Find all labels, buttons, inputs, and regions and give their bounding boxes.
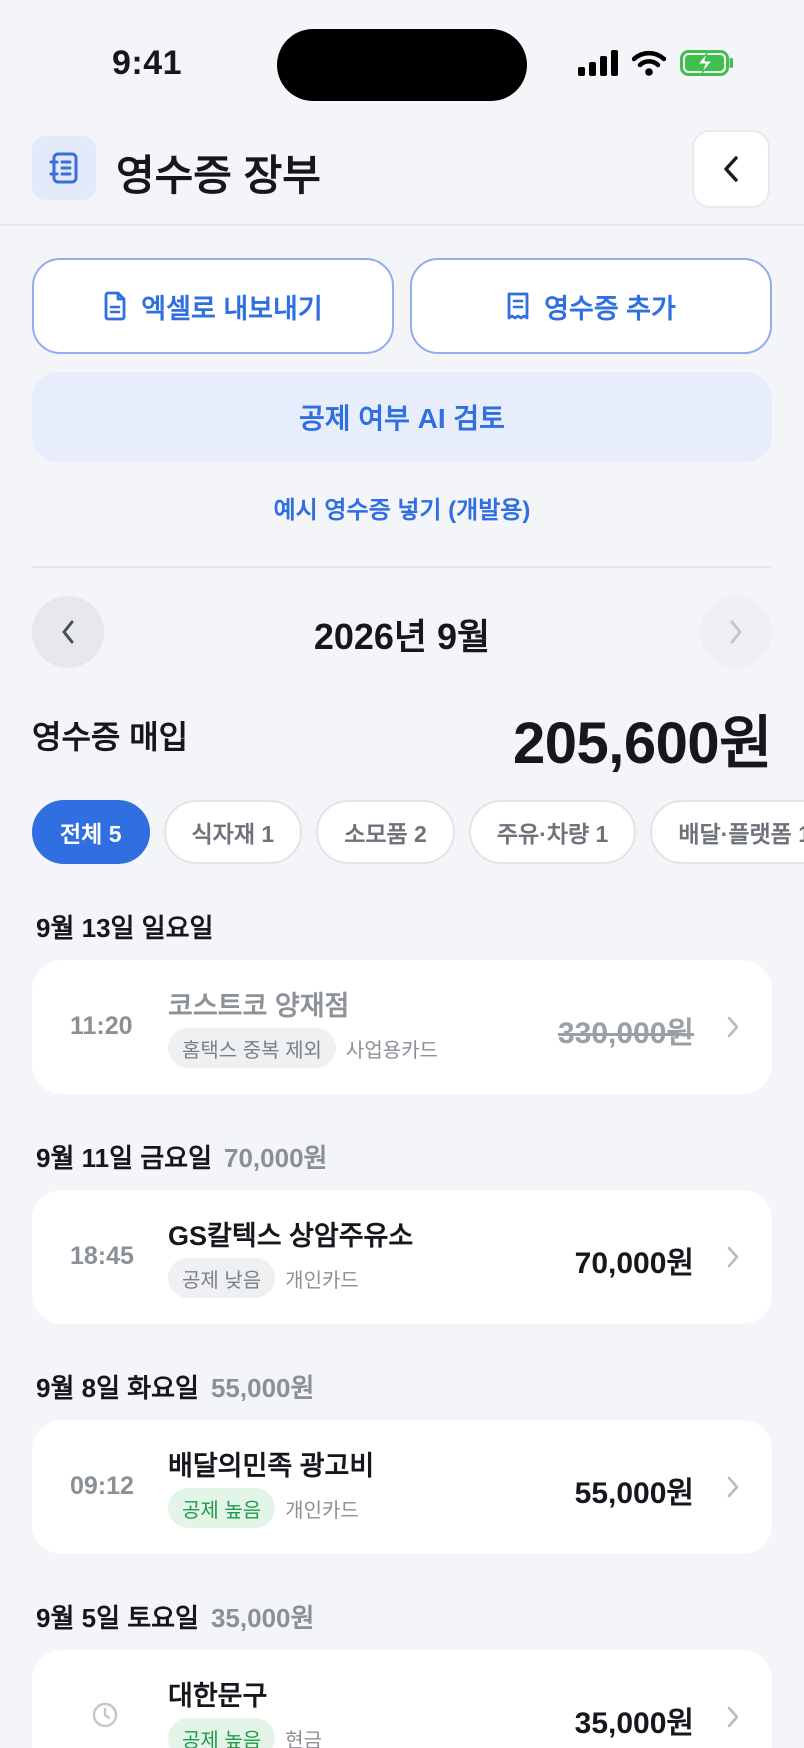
chevron-left-icon — [724, 156, 738, 182]
receipt-amount: 330,000원 — [557, 1017, 694, 1050]
receipt-time: 11:20 — [70, 1012, 133, 1040]
receipt-meta: 공제 낮음 개인카드 — [168, 1258, 359, 1298]
day-subtotal: 55,000원 — [210, 1373, 315, 1403]
clock-icon — [92, 1702, 118, 1728]
chevron-right-icon — [727, 1246, 739, 1268]
ledger-icon — [32, 136, 96, 200]
filter-chip-supplies[interactable]: 소모품 2 — [316, 800, 455, 864]
purchase-total-value: 205,600원 — [512, 711, 773, 776]
month-label: 2026년 9월 — [313, 616, 491, 657]
day-subtotal: 35,000원 — [210, 1603, 315, 1633]
receipt-time: 09:12 — [70, 1472, 134, 1500]
deduction-badge: 공제 높음 — [168, 1718, 276, 1748]
day-date: 9월 13일 일요일 — [36, 913, 214, 943]
dev-sample-link[interactable]: 예시 영수증 넣기 (개발용) — [0, 490, 804, 525]
receipt-row[interactable]: 11:20 코스트코 양재점 홈택스 중복 제외 사업용카드 330,000원 — [32, 960, 772, 1094]
ai-review-button[interactable]: 공제 여부 AI 검토 — [32, 372, 772, 462]
signal-icon — [578, 50, 618, 76]
wifi-icon — [632, 50, 666, 76]
receipt-row[interactable]: 18:45 GS칼텍스 상암주유소 공제 낮음 개인카드 70,000원 — [32, 1190, 772, 1324]
divider — [32, 566, 772, 568]
receipt-merchant: 코스트코 양재점 — [168, 991, 350, 1021]
chevron-right-icon — [727, 1016, 739, 1038]
export-excel-label: 엑셀로 내보내기 — [141, 293, 323, 324]
category-filter: 전체 5 식자재 1 소모품 2 주유·차량 1 배달·플랫폼 1 — [32, 800, 804, 864]
day-date: 9월 8일 화요일 — [36, 1373, 199, 1403]
filter-chip-fuel-vehicle[interactable]: 주유·차량 1 — [468, 800, 637, 864]
status-icons — [578, 50, 734, 76]
receipt-amount: 35,000원 — [574, 1707, 694, 1740]
export-excel-button[interactable]: 엑셀로 내보내기 — [32, 258, 394, 354]
deduction-badge: 공제 낮음 — [168, 1258, 276, 1298]
add-receipt-label: 영수증 추가 — [544, 293, 676, 324]
chevron-right-icon — [727, 1706, 739, 1728]
page-title: 영수증 장부 — [116, 152, 321, 199]
deduction-badge: 공제 높음 — [168, 1488, 276, 1528]
payment-method: 현금 — [285, 1729, 322, 1748]
receipt-meta: 공제 높음 현금 — [168, 1718, 322, 1748]
receipt-row[interactable]: 대한문구 공제 높음 현금 35,000원 — [32, 1650, 772, 1748]
day-subtotal: 70,000원 — [224, 1143, 328, 1173]
day-header: 9월 5일 토요일 35,000원 — [36, 1598, 314, 1635]
month-navigator: 2026년 9월 — [32, 596, 772, 668]
status-bar: 9:41 — [0, 0, 804, 120]
receipt-row[interactable]: 09:12 배달의민족 광고비 공제 높음 개인카드 55,000원 — [32, 1420, 772, 1554]
receipt-merchant: GS칼텍스 상암주유소 — [168, 1221, 414, 1251]
receipt-merchant: 대한문구 — [168, 1681, 268, 1711]
receipt-meta: 공제 높음 개인카드 — [168, 1488, 359, 1528]
add-receipt-button[interactable]: 영수증 추가 — [410, 258, 772, 354]
payment-method: 개인카드 — [285, 1499, 359, 1522]
day-header: 9월 11일 금요일 70,000원 — [36, 1138, 327, 1175]
document-icon — [104, 291, 126, 321]
dynamic-island — [277, 29, 527, 101]
battery-icon — [680, 50, 733, 76]
payment-method: 개인카드 — [285, 1269, 359, 1292]
day-date: 9월 11일 금요일 — [36, 1143, 212, 1173]
app-header: 영수증 장부 — [0, 120, 804, 226]
receipt-amount: 70,000원 — [574, 1247, 694, 1280]
receipt-time: 18:45 — [70, 1242, 134, 1270]
receipt-amount: 55,000원 — [574, 1477, 694, 1510]
next-month-button[interactable] — [700, 596, 772, 668]
status-time: 9:41 — [112, 44, 183, 82]
receipt-icon — [507, 292, 529, 320]
day-header: 9월 13일 일요일 — [36, 908, 213, 945]
day-date: 9월 5일 토요일 — [36, 1603, 199, 1633]
filter-chip-delivery-platform[interactable]: 배달·플랫폼 1 — [650, 800, 804, 864]
chevron-right-icon — [730, 620, 742, 644]
deduction-badge: 홈택스 중복 제외 — [168, 1028, 336, 1068]
chevron-right-icon — [727, 1476, 739, 1498]
receipt-merchant: 배달의민족 광고비 — [168, 1451, 375, 1481]
day-header: 9월 8일 화요일 55,000원 — [36, 1368, 314, 1405]
purchase-total-label: 영수증 매입 — [32, 719, 189, 755]
filter-chip-groceries[interactable]: 식자재 1 — [163, 800, 303, 864]
payment-method: 사업용카드 — [345, 1039, 438, 1062]
back-button[interactable] — [692, 130, 770, 208]
filter-chip-all[interactable]: 전체 5 — [32, 800, 150, 864]
receipt-meta: 홈택스 중복 제외 사업용카드 — [168, 1028, 438, 1068]
